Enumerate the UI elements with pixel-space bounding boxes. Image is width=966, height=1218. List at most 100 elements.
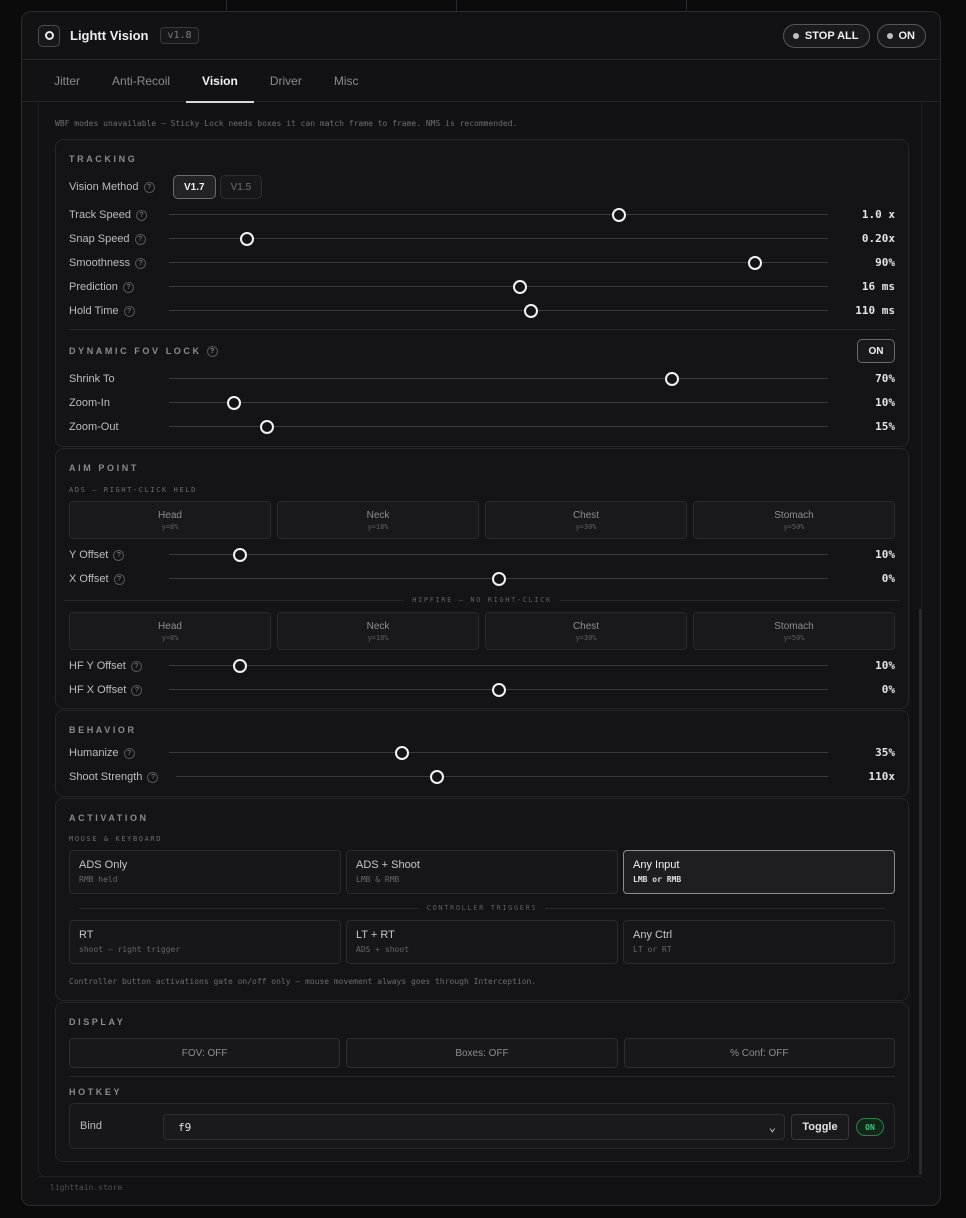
zoom-out-slider[interactable] bbox=[169, 420, 828, 434]
shrink-to-slider[interactable] bbox=[169, 372, 828, 386]
y-offset-slider[interactable] bbox=[169, 548, 828, 562]
humanize-value: 35% bbox=[875, 746, 895, 759]
x-offset-slider[interactable] bbox=[169, 572, 828, 586]
help-icon[interactable]: ? bbox=[113, 549, 125, 561]
preset-value: y=18% bbox=[367, 633, 389, 642]
x-offset-value: 0% bbox=[881, 572, 895, 585]
hf-y-offset-slider[interactable] bbox=[169, 659, 828, 673]
track-speed-label: Track Speed? bbox=[69, 208, 147, 222]
hipfire-preset-head[interactable]: Head y=8% bbox=[69, 612, 271, 650]
slider-knob[interactable] bbox=[239, 232, 254, 246]
activation-card: ACTIVATION MOUSE & KEYBOARD ADS Only RMB … bbox=[55, 798, 909, 1001]
slider-knob[interactable] bbox=[491, 572, 506, 586]
ads-preset-chest[interactable]: Chest y=30% bbox=[485, 501, 687, 539]
activation-any-input[interactable]: Any Input LMB or RMB bbox=[623, 850, 895, 894]
shrink-to-label: Shrink To bbox=[69, 373, 115, 385]
boxes-display-toggle[interactable]: Boxes: OFF bbox=[346, 1038, 618, 1068]
snap-speed-label: Snap Speed? bbox=[69, 232, 146, 246]
mouse-keyboard-subtitle: MOUSE & KEYBOARD bbox=[69, 835, 163, 843]
aim-point-card: AIM POINT ADS — RIGHT-CLICK HELD Head y=8… bbox=[55, 448, 909, 709]
prediction-value: 16 ms bbox=[861, 280, 895, 293]
tab-anti-recoil[interactable]: Anti-Recoil bbox=[96, 60, 186, 102]
slider-knob[interactable] bbox=[512, 280, 527, 294]
bind-label: Bind bbox=[80, 1120, 103, 1132]
shoot-strength-slider[interactable] bbox=[176, 770, 828, 784]
humanize-slider[interactable] bbox=[169, 746, 828, 760]
hold-time-slider[interactable] bbox=[169, 304, 828, 318]
activation-ads-shoot[interactable]: ADS + Shoot LMB & RMB bbox=[346, 850, 618, 894]
help-icon[interactable]: ? bbox=[143, 181, 155, 193]
slider-knob[interactable] bbox=[491, 683, 506, 697]
smoothness-slider[interactable] bbox=[169, 256, 828, 270]
preset-name: Head bbox=[158, 509, 182, 521]
track-speed-slider[interactable] bbox=[169, 208, 828, 222]
power-toggle-button[interactable]: ON bbox=[876, 23, 926, 48]
activation-ads-only[interactable]: ADS Only RMB held bbox=[69, 850, 341, 894]
slider-knob[interactable] bbox=[233, 659, 248, 673]
help-icon[interactable]: ? bbox=[134, 233, 146, 245]
slider-label-text: Smoothness bbox=[69, 257, 131, 269]
zoom-in-slider[interactable] bbox=[169, 396, 828, 410]
hotkey-toggle-button[interactable]: Toggle bbox=[791, 1114, 849, 1140]
activation-rt[interactable]: RT shoot — right trigger bbox=[69, 920, 341, 964]
slider-knob[interactable] bbox=[612, 208, 627, 222]
divider bbox=[69, 329, 895, 330]
slider-knob[interactable] bbox=[429, 770, 444, 784]
slider-label-text: Hold Time bbox=[69, 305, 119, 317]
hf-y-offset-label: HF Y Offset? bbox=[69, 659, 142, 673]
vision-method-v15[interactable]: V1.5 bbox=[219, 175, 263, 199]
slider-track bbox=[169, 238, 828, 239]
slider-knob[interactable] bbox=[233, 548, 248, 562]
activation-lt-rt[interactable]: LT + RT ADS + shoot bbox=[346, 920, 618, 964]
bind-key-select[interactable]: f9 ⌄ bbox=[163, 1114, 785, 1140]
slider-knob[interactable] bbox=[664, 372, 679, 386]
vision-method-v17[interactable]: V1.7 bbox=[173, 175, 216, 199]
help-icon[interactable]: ? bbox=[206, 345, 218, 357]
prediction-slider[interactable] bbox=[169, 280, 828, 294]
tab-jitter[interactable]: Jitter bbox=[38, 60, 96, 102]
help-icon[interactable]: ? bbox=[122, 281, 134, 293]
y-offset-value: 10% bbox=[875, 548, 895, 561]
help-icon[interactable]: ? bbox=[131, 684, 143, 696]
status-dot-icon bbox=[886, 32, 893, 39]
fov-display-toggle[interactable]: FOV: OFF bbox=[69, 1038, 341, 1068]
ads-preset-neck[interactable]: Neck y=18% bbox=[277, 501, 479, 539]
slider-knob[interactable] bbox=[227, 396, 242, 410]
shoot-strength-label: Shoot Strength? bbox=[69, 770, 159, 784]
preset-name: Head bbox=[158, 620, 182, 632]
hipfire-subtitle: HIPFIRE — NO RIGHT-CLICK bbox=[56, 596, 908, 604]
ads-preset-stomach[interactable]: Stomach y=50% bbox=[693, 501, 895, 539]
help-icon[interactable]: ? bbox=[130, 660, 142, 672]
slider-knob[interactable] bbox=[394, 746, 409, 760]
dynamic-fov-toggle[interactable]: ON bbox=[857, 339, 895, 363]
display-toggle-row: FOV: OFF Boxes: OFF % Conf: OFF bbox=[69, 1038, 895, 1068]
hipfire-preset-stomach[interactable]: Stomach y=50% bbox=[693, 612, 895, 650]
hipfire-preset-neck[interactable]: Neck y=18% bbox=[277, 612, 479, 650]
activation-desc: LT or RT bbox=[633, 945, 672, 954]
scrollbar-thumb[interactable] bbox=[919, 609, 922, 1175]
help-icon[interactable]: ? bbox=[113, 573, 125, 585]
help-icon[interactable]: ? bbox=[135, 209, 147, 221]
hipfire-preset-chest[interactable]: Chest y=30% bbox=[485, 612, 687, 650]
help-icon[interactable]: ? bbox=[135, 257, 147, 269]
preset-name: Stomach bbox=[774, 509, 814, 521]
tab-vision[interactable]: Vision bbox=[186, 60, 254, 103]
stop-all-button[interactable]: STOP ALL bbox=[782, 23, 870, 48]
help-icon[interactable]: ? bbox=[147, 771, 159, 783]
ads-preset-head[interactable]: Head y=8% bbox=[69, 501, 271, 539]
tab-misc[interactable]: Misc bbox=[318, 60, 375, 102]
tab-driver[interactable]: Driver bbox=[254, 60, 318, 102]
slider-knob[interactable] bbox=[260, 420, 275, 434]
activation-any-ctrl[interactable]: Any Ctrl LT or RT bbox=[623, 920, 895, 964]
snap-speed-slider[interactable] bbox=[169, 232, 828, 246]
help-icon[interactable]: ? bbox=[123, 305, 135, 317]
conf-display-toggle[interactable]: % Conf: OFF bbox=[623, 1038, 895, 1068]
hf-x-offset-slider[interactable] bbox=[169, 683, 828, 697]
ads-preset-row: Head y=8% Neck y=18% Chest y=30% Stomach y=5… bbox=[69, 501, 895, 539]
help-icon[interactable]: ? bbox=[123, 747, 135, 759]
shrink-to-value: 70% bbox=[875, 372, 895, 385]
slider-knob[interactable] bbox=[747, 256, 762, 270]
slider-knob[interactable] bbox=[524, 304, 539, 318]
preset-value: y=50% bbox=[783, 522, 805, 531]
hipfire-preset-row: Head y=8% Neck y=18% Chest y=30% Stomach y=5… bbox=[69, 612, 895, 650]
